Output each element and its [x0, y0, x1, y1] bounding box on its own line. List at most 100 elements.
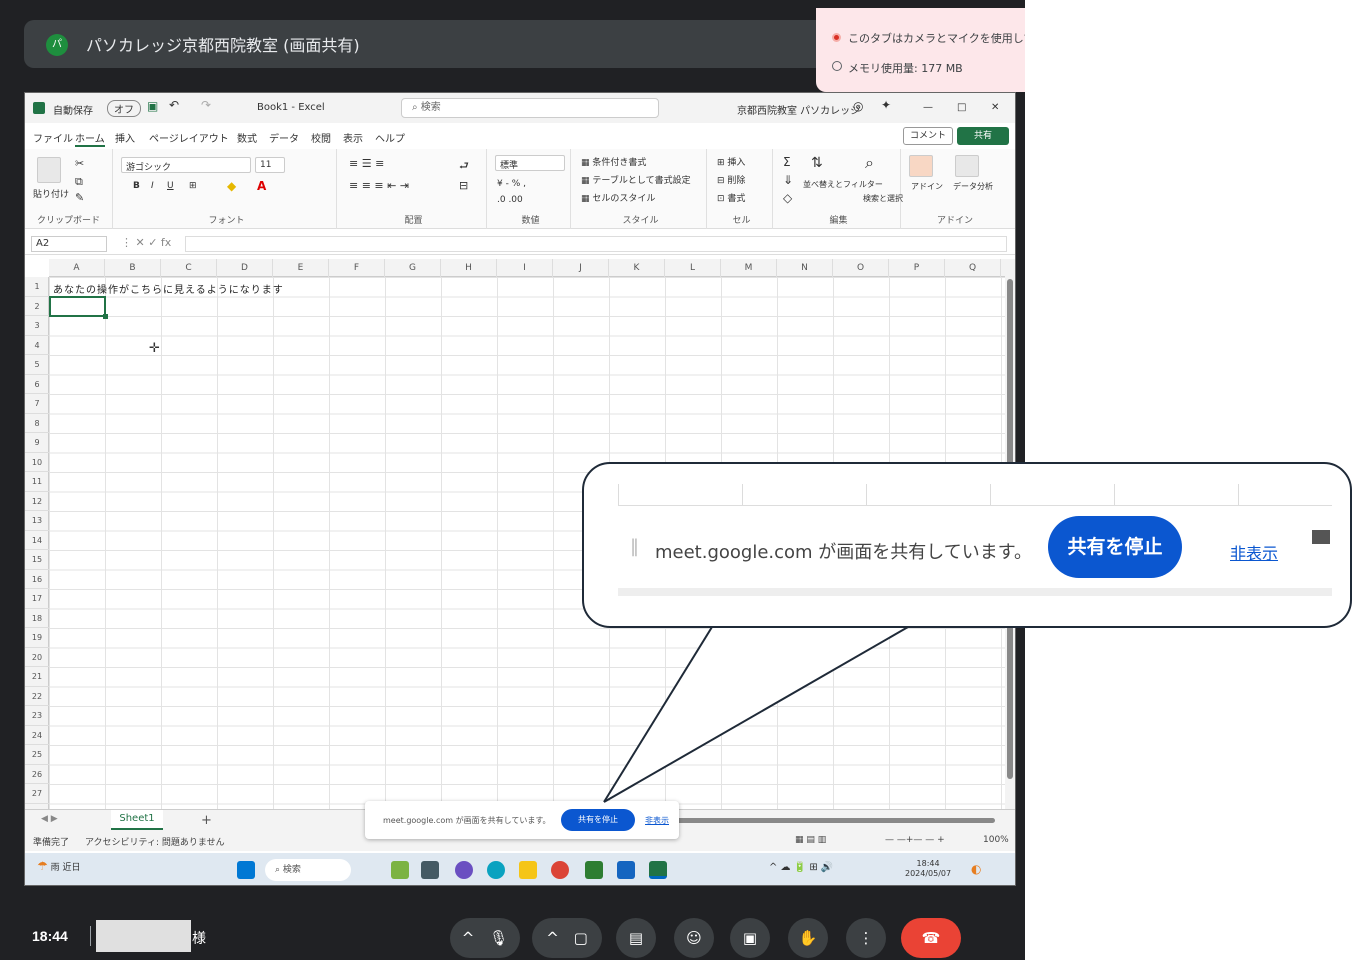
mic-icon[interactable]: 🎙 [489, 929, 508, 947]
row-header[interactable]: 13 [25, 511, 49, 531]
merge-icon[interactable]: ⊟ [459, 179, 468, 192]
start-icon[interactable] [237, 861, 255, 879]
row-header[interactable]: 8 [25, 414, 49, 433]
row-header[interactable]: 2 [25, 297, 49, 316]
view-mode-icons[interactable]: ▦ ▤ ▥ [795, 835, 826, 845]
insert-cells-button[interactable]: ⊞ 挿入 [717, 155, 745, 168]
column-header[interactable]: Q [945, 259, 1001, 277]
designer-icon[interactable]: ✦ [881, 98, 891, 112]
format-cells-button[interactable]: ⊡ 書式 [717, 191, 745, 204]
row-header[interactable]: 22 [25, 687, 49, 706]
present-button[interactable]: ▣ [730, 918, 770, 958]
row-header[interactable]: 16 [25, 570, 49, 589]
formula-input[interactable] [185, 236, 1007, 252]
column-header[interactable]: A [49, 259, 105, 277]
avatar-icon[interactable]: ◎ [853, 99, 863, 113]
row-header[interactable]: 6 [25, 375, 49, 394]
conditional-format-button[interactable]: ▦ 条件付き書式 [581, 155, 646, 168]
row-header[interactable]: 11 [25, 472, 49, 492]
find-select-icon[interactable]: ⌕ [865, 153, 874, 173]
copilot-icon[interactable]: ◐ [971, 862, 981, 876]
close-icon[interactable]: ✕ [991, 102, 999, 113]
sheet-nav-arrows-icon[interactable]: ◀ ▶ [41, 814, 58, 824]
row-header[interactable]: 21 [25, 667, 49, 687]
number-format-select[interactable]: 標準 [495, 155, 565, 171]
tab-help[interactable]: ヘルプ [375, 130, 405, 145]
row-header[interactable]: 12 [25, 492, 49, 511]
camera-control[interactable]: ^ ▢ [532, 918, 602, 958]
cut-icon[interactable]: ✂ [75, 157, 84, 170]
column-header[interactable]: F [329, 259, 385, 277]
minimize-icon[interactable]: — [923, 102, 933, 113]
addin-icon[interactable] [909, 155, 933, 177]
paste-icon[interactable] [37, 157, 61, 183]
cell-style-button[interactable]: ▦ セルのスタイル [581, 191, 655, 204]
sort-filter-icon[interactable]: ⇅ [811, 155, 823, 171]
widgets-icon[interactable] [391, 861, 409, 879]
row-header[interactable]: 1 [25, 277, 49, 297]
horizontal-scroll-thumb[interactable] [675, 818, 995, 823]
column-header[interactable]: L [665, 259, 721, 277]
system-tray-icons[interactable]: ^ ☁ 🔋 ⊞ 🔊 [769, 862, 833, 873]
active-cell-a2[interactable] [49, 296, 108, 319]
taskbar-clock[interactable]: 18:44 2024/05/07 [905, 859, 951, 879]
data-analysis-label[interactable]: データ分析 [953, 181, 993, 192]
more-options-button[interactable]: ⋮ [846, 918, 886, 958]
row-header[interactable]: 7 [25, 394, 49, 414]
font-color-icon[interactable]: A [257, 179, 266, 193]
mic-control[interactable]: ^ 🎙 [450, 918, 520, 958]
tab-file[interactable]: ファイル [33, 130, 73, 145]
row-header[interactable]: 9 [25, 433, 49, 453]
name-box[interactable]: A2 [31, 236, 107, 252]
column-header[interactable]: D [217, 259, 273, 277]
row-header[interactable]: 18 [25, 609, 49, 628]
table-format-button[interactable]: ▦ テーブルとして書式設定 [581, 173, 691, 186]
column-header[interactable]: E [273, 259, 329, 277]
maximize-icon[interactable]: □ [957, 102, 966, 113]
row-header[interactable]: 27 [25, 784, 49, 804]
row-header[interactable]: 20 [25, 648, 49, 667]
currency-icon[interactable]: ¥ - % , [497, 179, 526, 189]
redo-icon[interactable]: ↷ [201, 98, 211, 112]
zoom-slider[interactable]: — —+— — + [885, 835, 945, 845]
sheet-tab-sheet1[interactable]: Sheet1 [111, 810, 163, 830]
drag-handle-icon[interactable]: ‖ [630, 536, 639, 557]
task-view-icon[interactable] [421, 861, 439, 879]
stop-sharing-button[interactable]: 共有を停止 [1048, 516, 1182, 578]
row-header[interactable]: 24 [25, 726, 49, 745]
store-icon[interactable] [585, 861, 603, 879]
save-icon[interactable]: ▣ [147, 99, 158, 113]
mic-options-chevron-icon[interactable]: ^ [462, 929, 475, 947]
row-header[interactable]: 5 [25, 355, 49, 375]
clear-icon[interactable]: ◇ [783, 191, 792, 205]
column-header[interactable]: K [609, 259, 665, 277]
border-icon[interactable]: ⊞ [189, 181, 197, 191]
accessibility-status[interactable]: アクセシビリティ: 問題ありません [85, 835, 225, 848]
undo-icon[interactable]: ↶ [169, 98, 179, 112]
add-sheet-icon[interactable]: + [201, 813, 212, 828]
fill-icon[interactable]: ⇓ [783, 173, 793, 187]
align-left-icon[interactable]: ≡ ≡ ≡ ⇤ ⇥ [349, 179, 409, 192]
row-header[interactable]: 25 [25, 745, 49, 765]
format-painter-icon[interactable]: ✎ [75, 191, 84, 204]
tab-page-layout[interactable]: ページレイアウト [149, 130, 229, 145]
taskbar-search[interactable]: ⌕ 検索 [265, 859, 351, 881]
column-header[interactable]: H [441, 259, 497, 277]
column-header[interactable]: B [105, 259, 161, 277]
reactions-button[interactable]: ☺ [674, 918, 714, 958]
tab-view[interactable]: 表示 [343, 130, 363, 145]
column-header[interactable]: J [553, 259, 609, 277]
align-top-icon[interactable]: ≡ ☰ ≡ [349, 157, 384, 170]
hide-banner-link[interactable]: 非表示 [1230, 540, 1278, 564]
edge-icon[interactable] [487, 861, 505, 879]
delete-cells-button[interactable]: ⊟ 削除 [717, 173, 745, 186]
captions-button[interactable]: ▤ [616, 918, 656, 958]
row-header[interactable]: 10 [25, 453, 49, 472]
row-header[interactable]: 19 [25, 628, 49, 648]
excel-search-box[interactable]: ⌕ 検索 [401, 98, 659, 118]
fill-color-icon[interactable]: ◆ [227, 179, 236, 193]
row-header[interactable]: 15 [25, 550, 49, 570]
copy-icon[interactable]: ⧉ [75, 175, 83, 189]
tab-formulas[interactable]: 数式 [237, 130, 257, 145]
hide-banner-link-small[interactable]: 非表示 [645, 815, 669, 826]
